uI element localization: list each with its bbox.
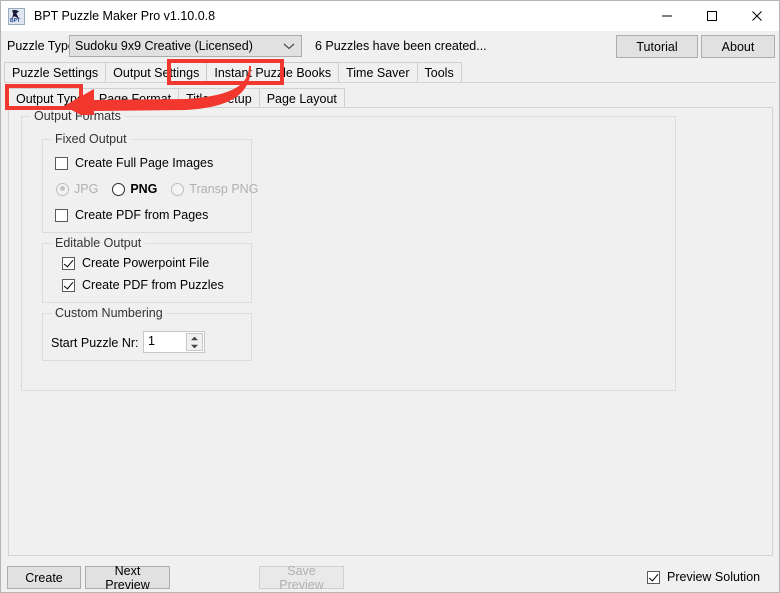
create-full-page-images-label: Create Full Page Images: [75, 156, 214, 170]
maximize-icon[interactable]: [689, 1, 734, 31]
create-pdf-from-pages-label: Create PDF from Pages: [75, 208, 209, 222]
checkbox-box: [55, 156, 68, 170]
create-full-page-images-checkbox[interactable]: Create Full Page Images: [55, 156, 213, 170]
preview-solution-label: Preview Solution: [667, 570, 761, 584]
tab-page-layout[interactable]: Page Layout: [258, 88, 345, 108]
secondary-tab-bar: Output Type Page Format Titles Setup Pag…: [8, 87, 345, 108]
radio-png-label: PNG: [130, 182, 158, 196]
create-button[interactable]: Create: [7, 566, 81, 589]
window-title: BPT Puzzle Maker Pro v1.10.0.8: [34, 9, 216, 23]
tab-instant-puzzle-books[interactable]: Instant Puzzle Books: [206, 62, 340, 83]
editable-output-group: Editable Output Create Powerpoint File C…: [42, 236, 252, 303]
create-pdf-from-pages-checkbox[interactable]: Create PDF from Pages: [55, 208, 208, 222]
create-pdf-from-puzzles-label: Create PDF from Puzzles: [82, 278, 224, 292]
bottom-toolbar: Create Next Preview Save Preview Preview…: [1, 557, 779, 592]
fixed-output-group: Fixed Output Create Full Page Images JPG…: [42, 132, 258, 233]
tab-puzzle-settings[interactable]: Puzzle Settings: [4, 62, 107, 83]
radio-jpg: [56, 182, 69, 196]
primary-tab-underline: [4, 82, 776, 83]
bpt-app-icon: BPT: [8, 7, 25, 25]
create-pdf-from-puzzles-checkbox[interactable]: Create PDF from Puzzles: [62, 278, 224, 292]
radio-transp-png-label: Transp PNG: [189, 182, 259, 196]
fixed-output-format-radios: JPG PNG Transp PNG: [56, 182, 272, 196]
custom-numbering-group: Custom Numbering Start Puzzle Nr: 1: [42, 306, 252, 361]
application-window: BPT BPT Puzzle Maker Pro v1.10.0.8 Puzzl…: [0, 0, 780, 593]
tab-output-settings[interactable]: Output Settings: [105, 62, 208, 83]
save-preview-button: Save Preview: [259, 564, 344, 592]
checkbox-box: [62, 256, 75, 270]
start-puzzle-nr-label: Start Puzzle Nr:: [51, 336, 139, 350]
create-powerpoint-file-label: Create Powerpoint File: [82, 256, 210, 270]
close-icon[interactable]: [734, 1, 779, 31]
start-puzzle-nr-stepper[interactable]: 1: [143, 331, 205, 353]
status-message: 6 Puzzles have been created...: [315, 39, 487, 53]
next-preview-button[interactable]: Next Preview: [85, 564, 170, 592]
stepper-buttons: [186, 333, 203, 351]
puzzle-type-label: Puzzle Type: [7, 39, 75, 53]
tab-output-type[interactable]: Output Type: [8, 88, 92, 108]
start-puzzle-nr-value: 1: [148, 334, 155, 348]
about-button[interactable]: About: [701, 35, 775, 58]
tab-page-format[interactable]: Page Format: [90, 88, 180, 108]
fixed-output-title: Fixed Output: [51, 132, 131, 146]
puzzle-type-value: Sudoku 9x9 Creative (Licensed): [75, 39, 253, 53]
output-formats-title: Output Formats: [30, 109, 125, 123]
tutorial-button[interactable]: Tutorial: [616, 35, 698, 58]
editable-output-title: Editable Output: [51, 236, 146, 250]
chevron-down-icon: [278, 36, 300, 56]
tab-content-panel: Output Formats Fixed Output Create Full …: [8, 107, 773, 556]
window-controls: [644, 1, 779, 31]
puzzle-type-dropdown[interactable]: Sudoku 9x9 Creative (Licensed): [69, 35, 302, 57]
radio-png[interactable]: [112, 182, 126, 196]
custom-numbering-title: Custom Numbering: [51, 306, 167, 320]
primary-tab-bar: Puzzle Settings Output Settings Instant …: [4, 61, 462, 83]
create-powerpoint-file-checkbox[interactable]: Create Powerpoint File: [62, 256, 209, 270]
stepper-down-icon[interactable]: [187, 342, 202, 350]
stepper-up-icon[interactable]: [187, 334, 202, 342]
title-bar: BPT BPT Puzzle Maker Pro v1.10.0.8: [1, 1, 779, 31]
preview-solution-checkbox[interactable]: Preview Solution: [647, 570, 760, 584]
tab-titles-setup[interactable]: Titles Setup: [178, 88, 260, 108]
minimize-icon[interactable]: [644, 1, 689, 31]
output-formats-group: Output Formats Fixed Output Create Full …: [21, 109, 676, 391]
checkbox-box: [647, 570, 660, 584]
checkbox-box: [55, 208, 68, 222]
radio-transp-png: [171, 182, 185, 196]
checkbox-box: [62, 278, 75, 292]
tab-tools[interactable]: Tools: [416, 62, 462, 83]
tab-time-saver[interactable]: Time Saver: [338, 62, 418, 83]
radio-jpg-label: JPG: [74, 182, 99, 196]
